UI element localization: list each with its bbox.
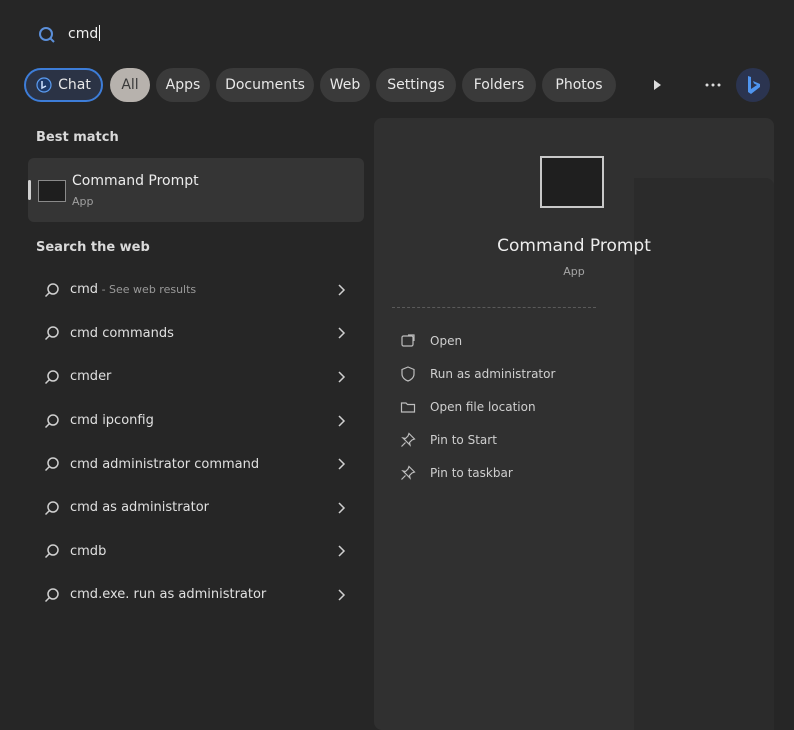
command-prompt-icon	[38, 180, 66, 202]
pin-icon	[401, 431, 416, 447]
web-result-label: cmd as administrator	[70, 500, 209, 516]
divider	[392, 307, 596, 308]
web-result-item[interactable]: cmdb	[28, 530, 364, 574]
search-bar[interactable]: cmd	[0, 0, 794, 64]
web-result-label: cmd commands	[70, 325, 174, 341]
chevron-right-icon	[338, 415, 346, 427]
filter-folders[interactable]: Folders	[462, 68, 536, 102]
search-icon	[44, 413, 59, 428]
search-icon	[39, 27, 55, 43]
selection-indicator	[28, 180, 31, 200]
filter-apps[interactable]: Apps	[156, 68, 210, 102]
chevron-right-icon	[338, 589, 346, 601]
search-web-heading: Search the web	[36, 240, 150, 255]
filter-photos[interactable]: Photos	[542, 68, 616, 102]
filter-documents-label: Documents	[225, 77, 305, 93]
results-pane: Best match Command Prompt App Search the…	[22, 118, 366, 730]
more-icon	[705, 83, 721, 87]
filter-apps-label: Apps	[165, 77, 201, 93]
filter-web-label: Web	[329, 77, 361, 93]
web-result-item[interactable]: cmder	[28, 355, 364, 399]
web-result-label: cmd administrator command	[70, 456, 260, 472]
play-icon	[654, 80, 661, 90]
best-match-title: Command Prompt	[72, 173, 199, 189]
search-icon	[44, 283, 59, 297]
chat-button[interactable]: Chat	[24, 68, 103, 102]
chevron-right-icon	[338, 458, 346, 470]
search-icon	[44, 501, 59, 515]
open-icon	[401, 333, 415, 347]
web-result-label: cmder	[70, 369, 112, 385]
filter-web[interactable]: Web	[320, 68, 370, 102]
open-label: Open	[430, 333, 463, 348]
web-result-item[interactable]: cmd.exe. run as administrator	[28, 573, 364, 617]
search-icon	[44, 544, 59, 559]
search-icon	[44, 457, 59, 472]
best-match-heading: Best match	[36, 130, 119, 145]
web-result-item[interactable]: cmd commands	[28, 312, 364, 356]
detail-subtitle: App	[563, 265, 585, 278]
open-action[interactable]: Open	[400, 324, 555, 357]
filter-bar: Chat All Apps Documents Web Settings Fol…	[22, 68, 782, 104]
filter-photos-label: Photos	[555, 77, 603, 93]
web-result-label: cmd	[70, 282, 99, 298]
filter-settings[interactable]: Settings	[376, 68, 456, 102]
pin-to-start-label: Pin to Start	[430, 432, 497, 447]
filter-settings-label: Settings	[387, 77, 445, 93]
command-prompt-icon	[540, 156, 604, 208]
folder-icon	[400, 401, 416, 413]
filter-all[interactable]: All	[110, 68, 150, 102]
bing-chat-icon	[36, 77, 52, 93]
action-list: Open Run as administrator Open file loca…	[400, 324, 555, 489]
detail-title: Command Prompt	[497, 236, 651, 256]
search-query: cmd	[68, 26, 99, 42]
run-as-administrator-label: Run as administrator	[430, 366, 556, 381]
web-result-item[interactable]: cmd ipconfig	[28, 399, 364, 443]
web-result-label: cmd ipconfig	[70, 413, 154, 429]
open-file-location-action[interactable]: Open file location	[400, 390, 555, 423]
web-results-list: cmd - See web results cmd commands cmder…	[28, 268, 364, 617]
chevron-right-icon	[338, 284, 346, 296]
web-result-label: cmd.exe. run as administrator	[70, 587, 267, 603]
detail-panel: Command Prompt App Open Run as administr…	[374, 118, 774, 730]
search-input[interactable]: cmd	[68, 25, 101, 42]
panel-shade	[634, 178, 774, 730]
chevron-right-icon	[338, 327, 346, 339]
shield-icon	[401, 365, 415, 382]
pin-to-start-action[interactable]: Pin to Start	[400, 423, 555, 456]
text-caret	[99, 25, 101, 41]
chevron-right-icon	[338, 502, 346, 514]
chevron-right-icon	[338, 545, 346, 557]
web-result-item[interactable]: cmd - See web results	[28, 268, 364, 312]
search-icon	[44, 370, 59, 385]
search-icon	[44, 588, 59, 602]
bing-icon	[748, 76, 760, 94]
filter-all-label: All	[121, 77, 139, 93]
open-file-location-label: Open file location	[430, 399, 536, 414]
bing-button[interactable]	[736, 68, 770, 102]
more-filters-button[interactable]	[640, 68, 674, 102]
pin-icon	[401, 464, 416, 480]
best-match-subtitle: App	[72, 195, 94, 208]
filter-documents[interactable]: Documents	[216, 68, 314, 102]
best-match-item[interactable]: Command Prompt App	[28, 158, 364, 222]
pin-to-taskbar-action[interactable]: Pin to taskbar	[400, 456, 555, 489]
chat-label: Chat	[58, 77, 91, 93]
filter-folders-label: Folders	[473, 77, 525, 93]
pin-to-taskbar-label: Pin to taskbar	[430, 465, 513, 480]
chevron-right-icon	[338, 371, 346, 383]
run-as-administrator-action[interactable]: Run as administrator	[400, 357, 555, 390]
web-result-label: cmdb	[70, 543, 107, 559]
web-result-item[interactable]: cmd as administrator	[28, 486, 364, 530]
web-result-hint: - See web results	[98, 283, 197, 297]
overflow-menu-button[interactable]	[696, 68, 730, 102]
web-result-item[interactable]: cmd administrator command	[28, 442, 364, 486]
search-icon	[44, 326, 59, 341]
